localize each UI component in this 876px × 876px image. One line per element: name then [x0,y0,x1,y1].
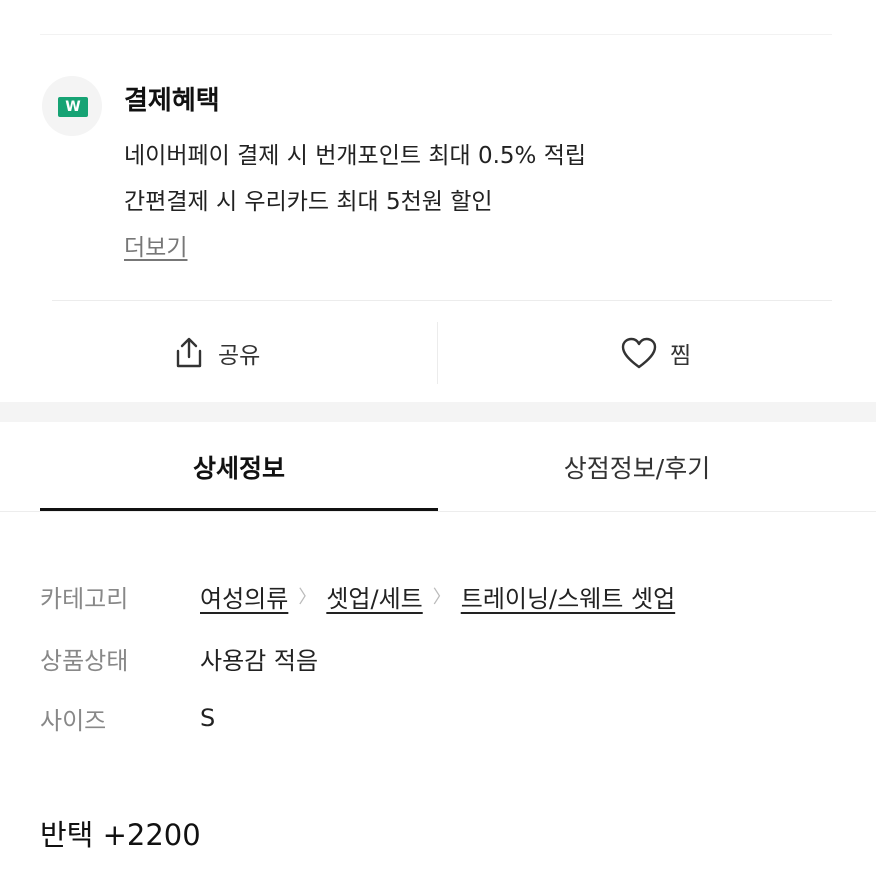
tab-product-detail[interactable]: 상세정보 [40,422,438,512]
action-separator [437,322,438,384]
like-button[interactable]: 찜 [620,320,691,386]
naver-pay-w-icon: W [58,97,88,117]
benefit-line-naverpay: 네이버페이 결제 시 번개포인트 최대 0.5% 적립 [124,143,587,169]
chevron-right-icon: 〉 [298,587,317,608]
tabs-divider [0,511,876,512]
payment-benefit-section: W 결제혜택 네이버페이 결제 시 번개포인트 최대 0.5% 적립 간편결제 … [40,74,836,274]
top-divider [40,34,832,35]
category-crumb-setup-set[interactable]: 셋업/세트 [326,579,422,614]
category-breadcrumb: 여성의류 〉 셋업/세트 〉 트레이닝/스웨트 셋업 [200,579,675,614]
like-label: 찜 [670,343,692,369]
share-button[interactable]: 공유 [172,320,260,386]
section-gap-band [0,402,876,422]
condition-value: 사용감 적음 [200,646,319,675]
action-bar: 공유 찜 [0,320,876,386]
benefit-icon-circle: W [42,76,102,136]
section-divider [52,300,832,301]
size-label: 사이즈 [40,706,107,735]
condition-label: 상품상태 [40,646,129,675]
detail-tabs: 상세정보 상점정보/후기 [0,422,876,512]
heart-outline-icon [621,337,657,369]
share-upload-icon [176,337,202,368]
category-crumb-training-sweat-setup[interactable]: 트레이닝/스웨트 셋업 [461,579,675,614]
share-label: 공유 [218,343,261,369]
benefit-line-wooricard: 간편결제 시 우리카드 최대 5천원 할인 [124,189,493,215]
tab-shop-info-reviews[interactable]: 상점정보/후기 [438,422,836,512]
category-crumb-womens-clothing[interactable]: 여성의류 [200,579,288,614]
chevron-right-icon: 〉 [432,587,451,608]
size-value: S [200,704,216,732]
benefit-more-link[interactable]: 더보기 [124,228,187,262]
category-label: 카테고리 [40,584,129,613]
product-description-text: 반택 +2200 [40,818,201,852]
benefit-title: 결제혜택 [124,86,220,116]
